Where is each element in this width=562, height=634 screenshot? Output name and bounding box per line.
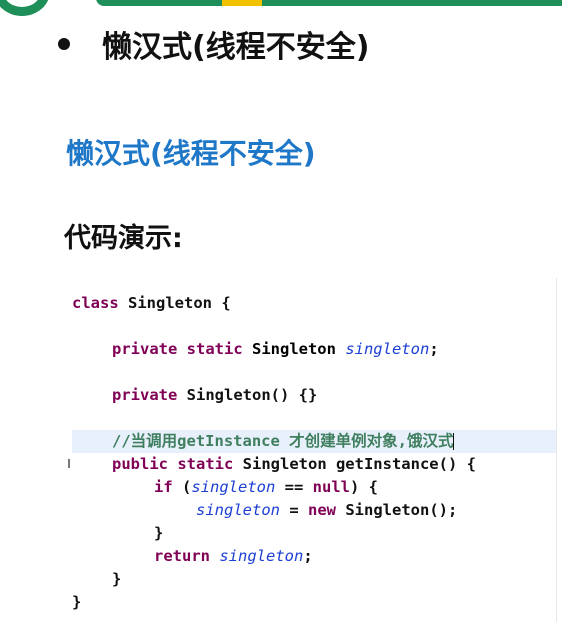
code-line-close-if: } [72,522,556,545]
code-token: return [154,547,210,565]
code-token: public static [112,455,234,473]
code-token: private static [112,340,243,358]
code-token: new [308,501,336,519]
code-line-close-method: } [72,568,556,591]
code-token: class [72,294,119,312]
code-line-method: public static Singleton getInstance() { [68,453,556,476]
code-token: Singleton { [118,294,231,312]
code-token: if [154,478,173,496]
code-token: Singleton getInstance() { [233,455,476,473]
code-line-class: class Singleton { [72,292,556,315]
bullet-item: 懒汉式(线程不安全) [58,24,370,65]
code-line-comment: //当调用getInstance 才创建单例对象,饿汉式 [72,430,556,453]
code-token: ( [172,478,192,496]
code-token: Singleton [242,340,346,358]
logo-icon [0,0,50,16]
code-token: Singleton(); [336,501,458,519]
code-token: ; [303,547,313,565]
code-token: } [112,570,122,588]
code-token: private [112,386,178,404]
bullet-dot-icon [58,38,70,50]
code-token: singleton [345,340,430,358]
code-token: ) { [350,478,378,496]
code-panel: class Singleton { private static Singlet… [68,278,557,622]
gutter-marker-icon [68,459,70,468]
code-token: null [312,478,350,496]
code-line-assign: singleton = new Singleton(); [72,499,556,522]
code-token: singleton [191,478,276,496]
code-token: = [280,501,308,519]
section-subtitle: 懒汉式(线程不安全) [66,137,316,170]
code-token: } [154,524,164,542]
demo-label: 代码演示: [64,223,183,254]
code-token: singleton [196,501,280,519]
code-line-close-class: } [72,591,556,614]
header-bar [96,0,562,6]
code-token: == [275,478,313,496]
code-line-if: if (singleton == null) { [72,476,556,499]
code-line-return: return singleton; [72,545,556,568]
bullet-title: 懒汉式(线程不安全) [102,30,370,65]
code-comment: //当调用getInstance 才创建单例对象,饿汉式 [112,432,454,450]
slide-header [0,0,562,16]
code-token: } [72,593,82,611]
header-accent [222,0,262,6]
code-token: singleton [219,547,304,565]
code-area: class Singleton { private static Singlet… [68,292,556,614]
code-line-field: private static Singleton singleton; [72,338,556,361]
code-token: ; [429,340,439,358]
code-line-constructor: private Singleton() {} [72,384,556,407]
text-caret [453,433,455,450]
code-token: Singleton() {} [177,386,318,404]
